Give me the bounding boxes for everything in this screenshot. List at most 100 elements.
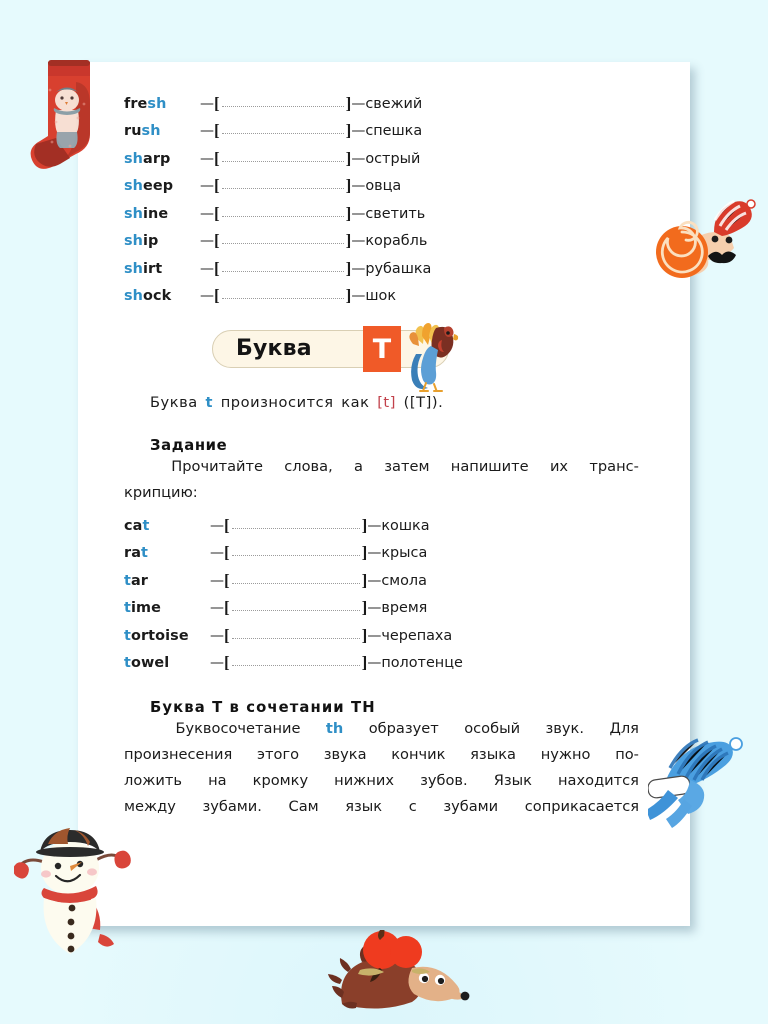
task-line-2: крипцию: bbox=[124, 484, 198, 501]
text-fragment: ложить bbox=[124, 772, 182, 789]
text-fragment: зубами bbox=[443, 798, 499, 815]
dotted-fill-line bbox=[221, 97, 344, 107]
dash-separator: — bbox=[351, 150, 366, 167]
snail-illustration bbox=[656, 199, 756, 278]
dash-separator: — bbox=[200, 123, 214, 140]
dash-separator: — bbox=[351, 123, 366, 140]
dash-separator: — bbox=[200, 178, 214, 195]
russian-translation: крыса bbox=[381, 545, 428, 562]
text-fragment: зубами. bbox=[202, 798, 262, 815]
transcription-blank[interactable]: [] bbox=[214, 283, 351, 311]
dash-separator: — bbox=[200, 150, 214, 167]
text-fragment: кромку bbox=[252, 772, 309, 789]
turkey-illustration bbox=[409, 323, 459, 392]
english-word: sharp bbox=[124, 150, 171, 167]
dash-separator: — bbox=[200, 233, 214, 250]
text-fragment: нижних bbox=[334, 772, 394, 789]
word-row: sheep —[] — овца bbox=[124, 173, 431, 201]
text-fragment: слова, bbox=[284, 458, 333, 475]
russian-translation: острый bbox=[365, 150, 421, 167]
dash-separator: — bbox=[367, 627, 382, 644]
english-word: ship bbox=[124, 233, 159, 250]
pron-before: Буква bbox=[150, 394, 198, 411]
word-row: cat —[] — кошка bbox=[124, 512, 463, 540]
dash-separator: — bbox=[210, 627, 224, 644]
text-fragment: образует bbox=[368, 720, 439, 737]
dash-separator: — bbox=[367, 655, 382, 672]
russian-translation: кошка bbox=[381, 517, 430, 534]
dash-separator: — bbox=[367, 517, 382, 534]
text-fragment: транс- bbox=[589, 458, 639, 475]
pron-sound: [t] bbox=[377, 394, 396, 411]
word-row: shine —[] — светить bbox=[124, 200, 431, 228]
text-fragment: находится bbox=[558, 772, 639, 789]
banner-label: Буква bbox=[236, 336, 312, 361]
word-row: ship —[] — корабль bbox=[124, 228, 431, 256]
text-fragment: особый bbox=[464, 720, 521, 737]
transcription-blank[interactable]: [] bbox=[224, 540, 367, 568]
dotted-fill-line bbox=[231, 574, 360, 584]
word-row: fresh —[] — свежий bbox=[124, 90, 431, 118]
english-word: sheep bbox=[124, 178, 174, 195]
word-row: rush —[] — спешка bbox=[124, 118, 431, 146]
transcription-blank[interactable]: [] bbox=[224, 650, 367, 678]
task-line-1: Прочитайте слова, а затем напишите их транс- bbox=[124, 454, 639, 480]
highlighted-letters: sh bbox=[124, 260, 144, 277]
dotted-fill-line bbox=[221, 234, 344, 245]
english-word: time bbox=[124, 600, 161, 617]
text-fragment: Для bbox=[609, 720, 639, 737]
english-word: rush bbox=[124, 123, 161, 140]
russian-translation: рубашка bbox=[365, 260, 432, 277]
th-line-1: Буквосочетание th образует особый звук. Для bbox=[124, 716, 639, 742]
highlighted-letters: sh bbox=[141, 123, 161, 140]
text-fragment: напишите bbox=[450, 458, 529, 475]
task-heading: Задание bbox=[150, 437, 228, 454]
transcription-blank[interactable]: [] bbox=[224, 595, 367, 623]
transcription-blank[interactable]: [] bbox=[214, 145, 351, 173]
text-fragment: Прочитайте bbox=[171, 458, 263, 475]
dash-separator: — bbox=[367, 600, 382, 617]
pron-middle: произносится как bbox=[220, 394, 370, 411]
transcription-blank[interactable]: [] bbox=[214, 90, 351, 118]
transcription-blank[interactable]: [] bbox=[224, 567, 367, 595]
highlighted-letters: th bbox=[325, 720, 344, 737]
th-line-4: между зубами. Сам язык с зубами соприкасается bbox=[124, 794, 639, 820]
dotted-fill-line bbox=[221, 179, 344, 190]
dotted-fill-line bbox=[221, 124, 344, 135]
english-word: shock bbox=[124, 288, 172, 305]
transcription-blank[interactable]: [] bbox=[224, 622, 367, 650]
transcription-blank[interactable]: [] bbox=[214, 255, 351, 283]
transcription-blank[interactable]: [] bbox=[214, 228, 351, 256]
transcription-blank[interactable]: [] bbox=[214, 200, 351, 228]
dotted-fill-line bbox=[231, 519, 360, 529]
english-word: towel bbox=[124, 655, 170, 672]
dash-separator: — bbox=[210, 655, 224, 672]
word-row: towel —[] — полотенце bbox=[124, 650, 463, 678]
word-row: shirt —[] — рубашка bbox=[124, 255, 431, 283]
russian-translation: овца bbox=[365, 178, 402, 195]
transcription-blank[interactable]: [] bbox=[224, 512, 367, 540]
dotted-fill-line bbox=[221, 152, 344, 162]
transcription-blank[interactable]: [] bbox=[214, 173, 351, 201]
dotted-fill-line bbox=[231, 601, 360, 612]
dotted-fill-line bbox=[221, 262, 344, 272]
highlighted-letters: t bbox=[124, 655, 131, 672]
dash-separator: — bbox=[210, 517, 224, 534]
highlighted-letters: t bbox=[142, 517, 150, 534]
dash-separator: — bbox=[367, 545, 382, 562]
highlighted-letters: t bbox=[124, 572, 131, 589]
dotted-fill-line bbox=[221, 207, 344, 217]
text-fragment: зубов. bbox=[420, 772, 468, 789]
text-fragment: соприкасается bbox=[524, 798, 639, 815]
th-line-3: ложить на кромку нижних зубов. Язык находится bbox=[124, 768, 639, 794]
russian-translation: время bbox=[381, 600, 428, 617]
text-fragment: язык bbox=[345, 798, 383, 815]
text-fragment: а bbox=[354, 458, 363, 475]
english-word: shirt bbox=[124, 260, 163, 277]
banner-letter-tile: T bbox=[363, 326, 401, 372]
snowman-illustration bbox=[14, 828, 131, 954]
dash-separator: — bbox=[210, 545, 224, 562]
pron-after: ([Т]). bbox=[403, 394, 444, 411]
dotted-fill-line bbox=[221, 289, 344, 300]
transcription-blank[interactable]: [] bbox=[214, 118, 351, 146]
